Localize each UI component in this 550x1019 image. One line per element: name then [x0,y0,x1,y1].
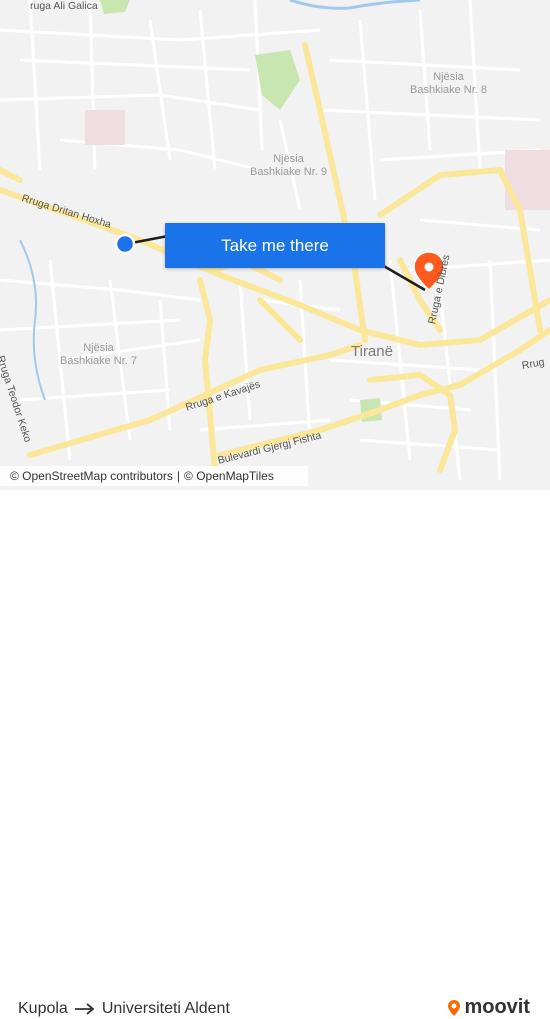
river [289,0,421,10]
map[interactable]: ruga Ali Galica Njësia Bashkiake Nr. 8 N… [0,0,550,490]
route-origin: Kupola [18,1000,68,1017]
arrow-right-icon [74,1003,95,1015]
footer: Kupola Universiteti Aldent moovit [0,490,550,1018]
moovit-logo: moovit [447,996,530,1019]
moovit-logo-text: moovit [464,996,530,1018]
attribution-separator: | [176,469,181,483]
city-label: Tiranë [351,343,393,360]
map-attribution: © OpenStreetMap contributors | © OpenMap… [0,466,308,486]
take-me-there-button[interactable]: Take me there [165,223,385,268]
osm-contributors-link[interactable]: © OpenStreetMap contributors [10,469,173,483]
district-label-9: Njësia Bashkiake Nr. 9 [250,153,328,178]
campus-area [505,150,550,210]
origin-marker[interactable] [114,233,136,255]
district-label-8: Njësia Bashkiake Nr. 8 [410,71,488,96]
moovit-pin-icon [448,999,461,1016]
district-label-7: Njësia Bashkiake Nr. 7 [60,342,138,367]
road-label-ali-galica: ruga Ali Galica [30,0,98,12]
hospital-area [85,110,125,145]
openmaptiles-link[interactable]: © OpenMapTiles [184,469,274,483]
route-summary: Kupola Universiteti Aldent [18,1000,230,1018]
route-destination: Universiteti Aldent [101,1000,230,1017]
stream [19,239,46,401]
